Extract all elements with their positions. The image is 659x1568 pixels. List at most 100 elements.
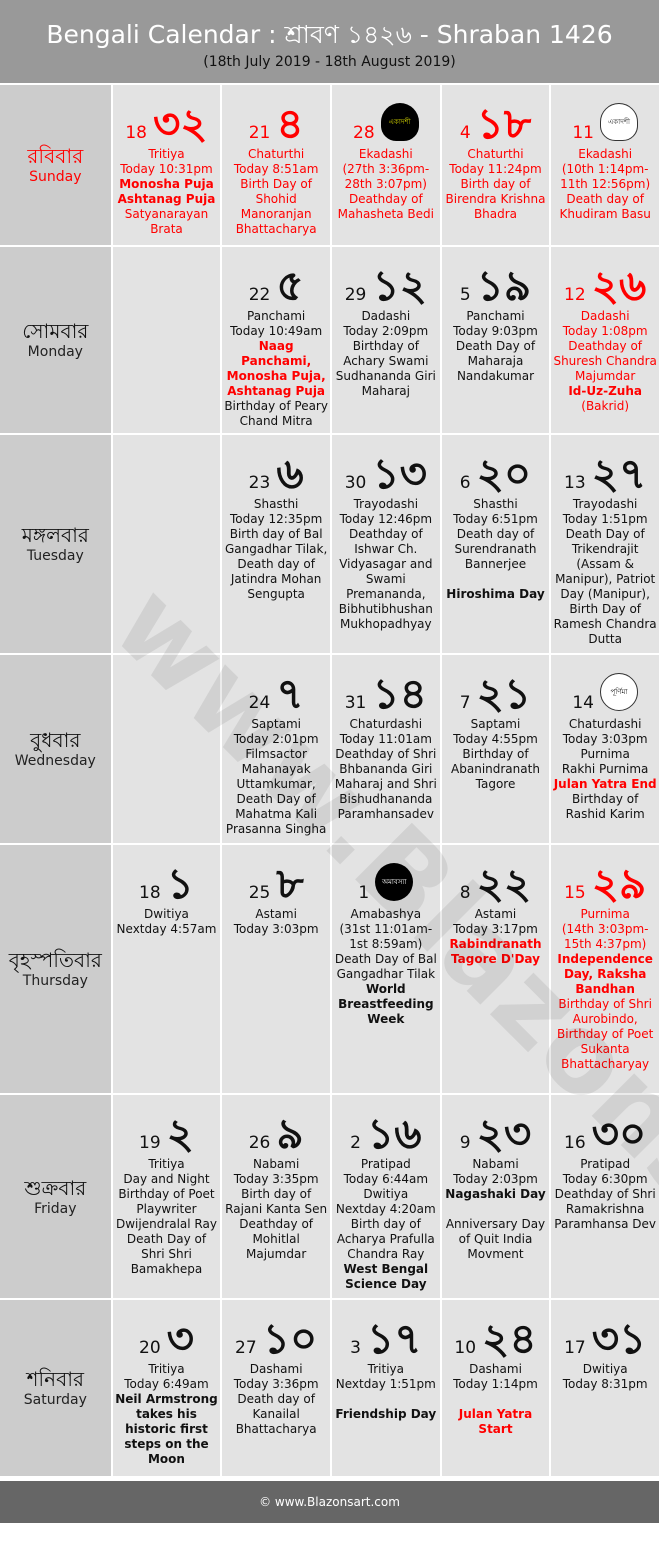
event-text: Nextday 4:57am bbox=[116, 922, 217, 936]
event-text: Today 2:03pm bbox=[453, 1172, 538, 1186]
day-cell[interactable]: 6 ২০ Shasthi Today 6:51pm Death day of Suren… bbox=[441, 435, 550, 653]
event-text: Birth day of Acharya Prafulla Chandra Ra… bbox=[336, 1217, 435, 1261]
day-cell[interactable]: 9 ২৩ Nabami Today 2:03pm Nagashaki Day Annive… bbox=[441, 1095, 550, 1298]
english-date: 21 bbox=[248, 123, 271, 143]
event-text: Chaturthi bbox=[467, 147, 524, 161]
event-text: Dwitiya bbox=[363, 1187, 409, 1201]
bengali-date: ২৭ bbox=[591, 449, 647, 498]
day-cell[interactable]: 26 ৯ Nabami Today 3:35pm Birth day of Rajani… bbox=[222, 1095, 330, 1298]
day-cell[interactable]: 24 ৭ Saptami Today 2:01pm Filmsactor Mahanay… bbox=[222, 655, 330, 843]
event-highlight: Id-Uz-Zuha bbox=[568, 384, 642, 398]
event-text: Birthday of Poet Playwriter Dwijendralal… bbox=[115, 1187, 217, 1231]
date-heading: 11 একাদশী bbox=[553, 91, 657, 147]
event-text: (14th 3:03pm-15th 4:37pm) bbox=[561, 922, 649, 951]
day-cell[interactable]: 20 ৩ Tritiya Today 6:49am Neil Armstrong tak… bbox=[112, 1300, 221, 1476]
event-highlight: West Bengal Science Day bbox=[343, 1262, 429, 1291]
bengali-date: ২০ bbox=[476, 449, 532, 498]
week-row-sunday: রবিবার Sunday 18 ৩২ Tritiya Today 10:31pm Mono… bbox=[0, 85, 659, 245]
day-cell[interactable]: 21 ৪ Chaturthi Today 8:51am Birth Day of Sho… bbox=[222, 85, 330, 245]
day-cell[interactable]: 14 পূর্ণিমা Chaturdashi Today 3:03pm Purnima… bbox=[551, 655, 659, 843]
event-text: Death day of Kanailal Bhattacharya bbox=[235, 1392, 317, 1436]
date-heading: 18 ৩২ bbox=[115, 91, 219, 147]
event-highlight: Julan Yatra Start bbox=[458, 1407, 533, 1436]
day-cell[interactable]: 19 ২ Tritiya Day and Night Birthday of Poet … bbox=[112, 1095, 221, 1298]
english-date: 7 bbox=[459, 693, 471, 713]
day-cell[interactable]: 4 ১৮ Chaturthi Today 11:24pm Birth day of Bi… bbox=[441, 85, 550, 245]
bengali-date: ২ bbox=[166, 1109, 194, 1158]
date-heading: 16 ৩০ bbox=[553, 1101, 657, 1157]
event-text: Pratipad bbox=[360, 1157, 411, 1171]
date-heading: 21 ৪ bbox=[224, 91, 328, 147]
bengali-date: ৩০ bbox=[591, 1109, 647, 1158]
english-date: 4 bbox=[459, 123, 471, 143]
event-highlight: Rabindranath Tagore D'Day bbox=[449, 937, 542, 966]
date-heading: 13 ২৭ bbox=[553, 441, 657, 497]
day-cell[interactable]: 23 ৬ Shasthi Today 12:35pm Birth day of Bal … bbox=[222, 435, 330, 653]
week-row-wednesday: বুধবার Wednesday 24 ৭ Saptami Today 2:01pm Fil… bbox=[0, 653, 659, 843]
event-text: Today 6:30pm bbox=[562, 1172, 648, 1186]
english-date: 22 bbox=[248, 285, 271, 305]
day-cell[interactable]: 28 একাদশী Ekadashi (27th 3:36pm-28th 3:07pm… bbox=[331, 85, 440, 245]
weekday-label-thursday: বৃহস্পতিবার Thursday bbox=[0, 845, 111, 1093]
day-cell[interactable]: 7 ২১ Saptami Today 4:55pm Birthday of Abanin… bbox=[441, 655, 550, 843]
event-text: (Bakrid) bbox=[581, 399, 630, 413]
bengali-date: ১৩ bbox=[372, 449, 427, 498]
day-cell[interactable]: 11 একাদশী Ekadashi (10th 1:14pm-11th 12:56p… bbox=[551, 85, 659, 245]
event-text: Today 3:03pm bbox=[562, 732, 648, 746]
event-text: Death Day of Trikendrajit (Assam & Manip… bbox=[553, 527, 657, 646]
day-cell[interactable]: 31 ১৪ Chaturdashi Today 11:01am Deathday of … bbox=[331, 655, 440, 843]
day-cell[interactable]: 10 ২৪ Dashami Today 1:14pm Julan Yatra Start bbox=[441, 1300, 550, 1476]
event-text: Today 12:46pm bbox=[339, 512, 433, 526]
day-cell[interactable]: 29 ১২ Dadashi Today 2:09pm Birthday of Achar… bbox=[331, 247, 440, 433]
day-cell[interactable]: 13 ২৭ Trayodashi Today 1:51pm Death Day of T… bbox=[551, 435, 659, 653]
english-date: 18 bbox=[125, 123, 147, 143]
event-highlight: Naag Panchami, Monosha Puja, Ashtanag Pu… bbox=[226, 339, 326, 398]
day-cell[interactable]: 2 ১৬ Pratipad Today 6:44am Dwitiya Nextday 4:… bbox=[331, 1095, 440, 1298]
english-date: 24 bbox=[248, 693, 271, 713]
event-text: Ekadashi bbox=[578, 147, 633, 161]
english-date: 8 bbox=[459, 883, 471, 903]
event-text: Deathday of Mahasheta Bedi bbox=[337, 192, 434, 221]
event-text: Death day of Khudiram Basu bbox=[559, 192, 651, 221]
english-date: 13 bbox=[564, 473, 586, 493]
event-text: Saptami bbox=[470, 717, 521, 731]
day-cell[interactable]: 16 ৩০ Pratipad Today 6:30pm Deathday of Shri… bbox=[551, 1095, 659, 1298]
english-date: 19 bbox=[139, 1133, 161, 1153]
date-heading: 8 ২২ bbox=[444, 851, 548, 907]
weekday-label-wednesday: বুধবার Wednesday bbox=[0, 655, 111, 843]
day-cell[interactable]: 3 ১৭ Tritiya Nextday 1:51pm Friendship Day bbox=[331, 1300, 440, 1476]
day-cell[interactable]: 25 ৮ Astami Today 3:03pm bbox=[222, 845, 330, 1093]
day-cell[interactable]: 1 অমাবস্যা Amabashya (31st 11:01am-1st 8:59… bbox=[331, 845, 440, 1093]
event-text: Satyanarayan Brata bbox=[124, 207, 209, 236]
event-text: Today 10:31pm bbox=[120, 162, 213, 176]
english-date: 9 bbox=[459, 1133, 471, 1153]
day-cell[interactable]: 5 ১৯ Panchami Today 9:03pm Death Day of Maha… bbox=[441, 247, 550, 433]
day-cell[interactable]: 18 ১ Dwitiya Nextday 4:57am bbox=[112, 845, 221, 1093]
event-highlight: Independence Day, Raksha Bandhan bbox=[557, 952, 653, 996]
day-cell[interactable]: 27 ১০ Dashami Today 3:36pm Death day of Kana… bbox=[222, 1300, 330, 1476]
event-text: Today 8:51am bbox=[233, 162, 319, 176]
event-text: Deathday of Shri Bhbananda Giri Maharaj … bbox=[334, 747, 437, 821]
new-moon-icon: অমাবস্যা bbox=[375, 863, 414, 901]
event-text: Today 2:09pm bbox=[343, 324, 429, 338]
day-cell[interactable]: 22 ৫ Panchami Today 10:49am Naag Panchami, M… bbox=[222, 247, 330, 433]
event-text: Astami bbox=[474, 907, 517, 921]
day-cell[interactable]: 30 ১৩ Trayodashi Today 12:46pm Deathday of I… bbox=[331, 435, 440, 653]
event-text: Birth day of Bal Gangadhar Tilak, Death … bbox=[224, 527, 328, 601]
day-cell[interactable]: 8 ২২ Astami Today 3:17pm Rabindranath Tagore… bbox=[441, 845, 550, 1093]
date-heading: 9 ২৩ bbox=[444, 1101, 548, 1157]
date-heading: 17 ৩১ bbox=[553, 1306, 657, 1362]
event-text: Nextday 1:51pm bbox=[335, 1377, 436, 1391]
event-text: Today 4:55pm bbox=[453, 732, 538, 746]
event-text: Anniversary Day of Quit India Movment bbox=[445, 1217, 546, 1261]
event-highlight: Hiroshima Day bbox=[446, 587, 545, 601]
day-cell[interactable]: 15 ২৯ Purnima (14th 3:03pm-15th 4:37pm) Inde… bbox=[551, 845, 659, 1093]
day-cell[interactable]: 18 ৩২ Tritiya Today 10:31pm Monosha Puja Asht… bbox=[112, 85, 221, 245]
bengali-date: ৭ bbox=[276, 669, 304, 718]
date-heading: 14 পূর্ণিমা bbox=[553, 661, 657, 717]
event-text: Shasthi bbox=[473, 497, 518, 511]
day-cell[interactable]: 12 ২৬ Dadashi Today 1:08pm Deathday of Shure… bbox=[551, 247, 659, 433]
event-text: Birthday of Rashid Karim bbox=[565, 792, 645, 821]
day-cell[interactable]: 17 ৩১ Dwitiya Today 8:31pm bbox=[551, 1300, 659, 1476]
